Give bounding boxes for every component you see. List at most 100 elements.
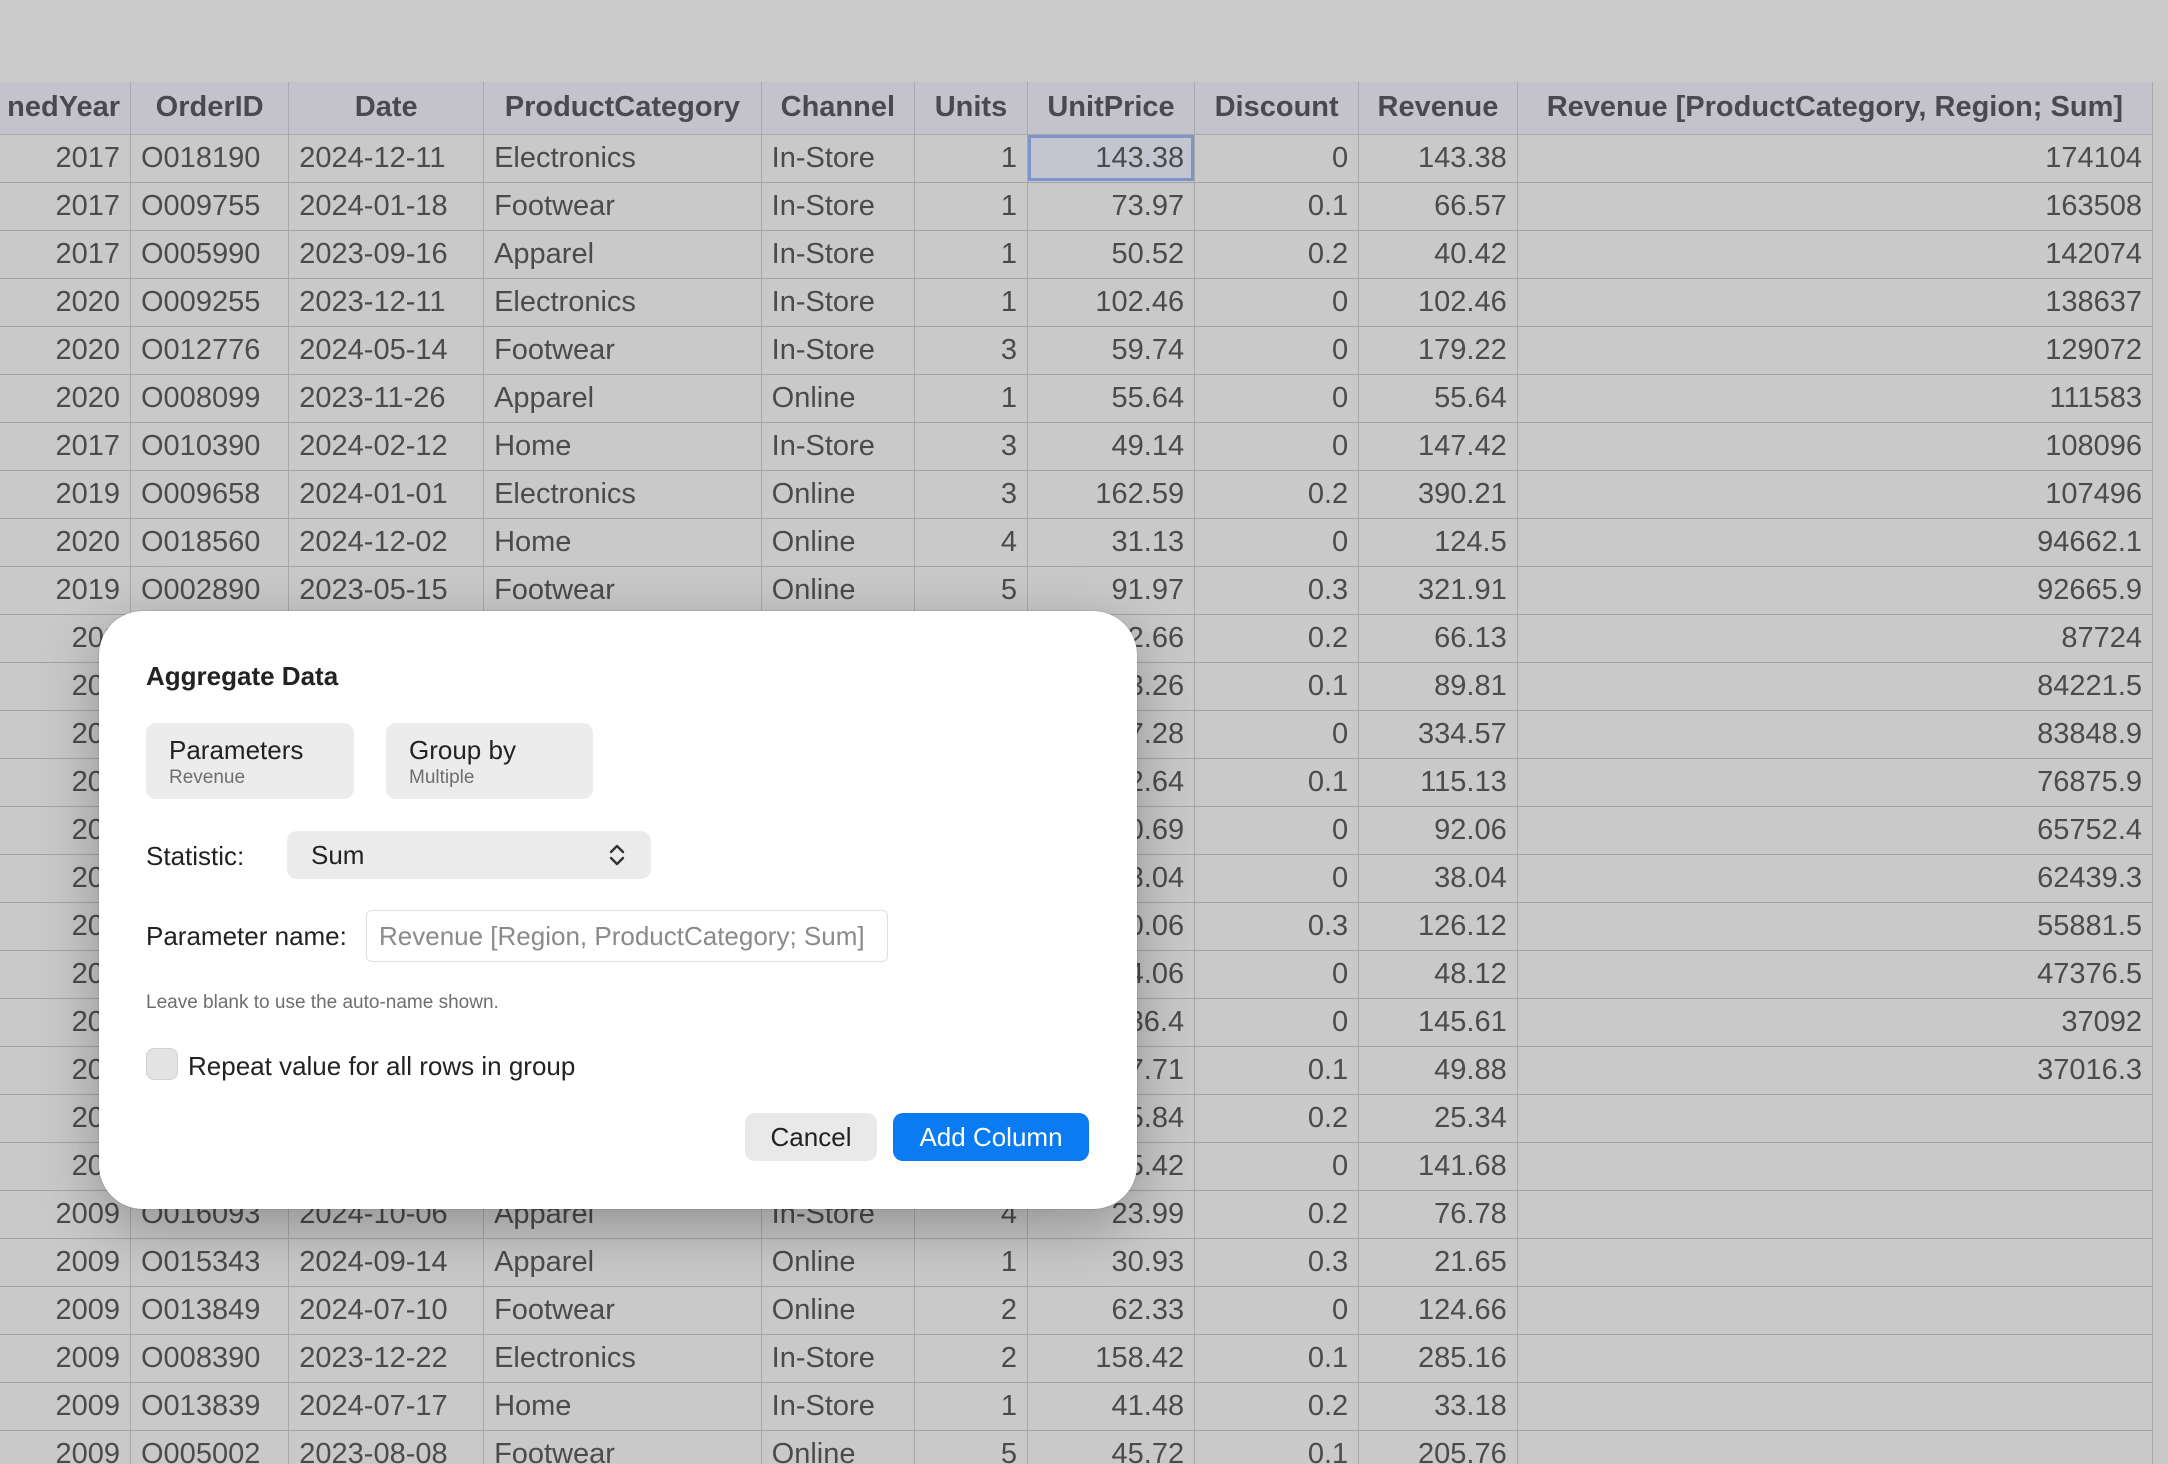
column-header[interactable]: OrderID bbox=[130, 82, 290, 135]
table-cell[interactable]: 0.2 bbox=[1194, 614, 1360, 663]
table-cell[interactable]: 0.1 bbox=[1194, 182, 1360, 231]
cancel-button[interactable]: Cancel bbox=[745, 1113, 877, 1161]
table-cell[interactable]: 0.2 bbox=[1194, 230, 1360, 279]
table-cell[interactable]: 0.1 bbox=[1194, 1430, 1360, 1464]
table-cell[interactable]: In-Store bbox=[761, 1334, 915, 1383]
table-cell[interactable]: 2024-12-11 bbox=[288, 134, 485, 183]
table-cell[interactable]: 0 bbox=[1194, 1142, 1360, 1191]
table-cell[interactable]: Apparel bbox=[483, 1238, 762, 1287]
table-cell[interactable]: 0 bbox=[1194, 134, 1360, 183]
table-cell[interactable]: 2017 bbox=[0, 422, 131, 471]
table-cell[interactable]: 33.18 bbox=[1358, 1382, 1518, 1431]
table-cell[interactable]: O009658 bbox=[130, 470, 290, 519]
table-cell[interactable] bbox=[1517, 1286, 2154, 1335]
table-cell[interactable]: 50.52 bbox=[1027, 230, 1196, 279]
table-cell[interactable]: 55.64 bbox=[1358, 374, 1518, 423]
statistic-select[interactable]: Sum bbox=[287, 831, 651, 879]
table-cell[interactable]: 102.46 bbox=[1358, 278, 1518, 327]
table-cell[interactable]: 2019 bbox=[0, 566, 131, 615]
table-cell[interactable]: O018190 bbox=[130, 134, 290, 183]
table-cell[interactable]: 73.97 bbox=[1027, 182, 1196, 231]
table-cell[interactable]: 107496 bbox=[1517, 470, 2154, 519]
table-cell[interactable]: 0 bbox=[1194, 998, 1360, 1047]
table-cell[interactable]: 143.38 bbox=[1027, 134, 1196, 183]
table-cell[interactable]: 1 bbox=[914, 134, 1028, 183]
parameters-tab[interactable]: Parameters Revenue bbox=[146, 723, 354, 799]
repeat-label[interactable]: Repeat value for all rows in group bbox=[188, 1051, 575, 1082]
parameter-name-input[interactable]: Revenue [Region, ProductCategory; Sum] bbox=[366, 910, 888, 962]
column-header[interactable]: UnitPrice bbox=[1027, 82, 1196, 135]
table-cell[interactable]: 31.13 bbox=[1027, 518, 1196, 567]
table-cell[interactable]: Apparel bbox=[483, 374, 762, 423]
table-cell[interactable]: 124.66 bbox=[1358, 1286, 1518, 1335]
table-cell[interactable]: 41.48 bbox=[1027, 1382, 1196, 1431]
table-cell[interactable]: 92665.9 bbox=[1517, 566, 2154, 615]
table-cell[interactable]: Online bbox=[761, 374, 915, 423]
table-cell[interactable]: 45.72 bbox=[1027, 1430, 1196, 1464]
table-cell[interactable]: 21.65 bbox=[1358, 1238, 1518, 1287]
table-cell[interactable]: In-Store bbox=[761, 182, 915, 231]
table-cell[interactable]: Online bbox=[761, 470, 915, 519]
table-cell[interactable]: 2 bbox=[914, 1334, 1028, 1383]
table-cell[interactable]: 124.5 bbox=[1358, 518, 1518, 567]
table-cell[interactable]: 1 bbox=[914, 1238, 1028, 1287]
table-cell[interactable]: 2024-02-12 bbox=[288, 422, 485, 471]
table-cell[interactable]: 1 bbox=[914, 1382, 1028, 1431]
table-cell[interactable]: 162.59 bbox=[1027, 470, 1196, 519]
table-cell[interactable]: 1 bbox=[914, 374, 1028, 423]
table-cell[interactable]: 91.97 bbox=[1027, 566, 1196, 615]
table-cell[interactable]: 49.88 bbox=[1358, 1046, 1518, 1095]
table-cell[interactable]: 145.61 bbox=[1358, 998, 1518, 1047]
table-cell[interactable]: 179.22 bbox=[1358, 326, 1518, 375]
table-cell[interactable]: 158.42 bbox=[1027, 1334, 1196, 1383]
table-cell[interactable]: Electronics bbox=[483, 1334, 762, 1383]
table-cell[interactable]: 83848.9 bbox=[1517, 710, 2154, 759]
table-cell[interactable]: 2017 bbox=[0, 182, 131, 231]
table-cell[interactable]: 0.3 bbox=[1194, 902, 1360, 951]
table-cell[interactable]: 0 bbox=[1194, 710, 1360, 759]
table-cell[interactable]: 87724 bbox=[1517, 614, 2154, 663]
table-cell[interactable]: O015343 bbox=[130, 1238, 290, 1287]
table-cell[interactable]: 2024-09-14 bbox=[288, 1238, 485, 1287]
table-cell[interactable]: Online bbox=[761, 1430, 915, 1464]
table-cell[interactable]: In-Store bbox=[761, 230, 915, 279]
table-cell[interactable]: 2023-11-26 bbox=[288, 374, 485, 423]
table-cell[interactable]: 5 bbox=[914, 1430, 1028, 1464]
table-cell[interactable]: 0 bbox=[1194, 422, 1360, 471]
table-cell[interactable]: 0 bbox=[1194, 518, 1360, 567]
table-cell[interactable]: 76.78 bbox=[1358, 1190, 1518, 1239]
table-cell[interactable]: O005002 bbox=[130, 1430, 290, 1464]
table-cell[interactable]: 0 bbox=[1194, 854, 1360, 903]
table-cell[interactable]: 1 bbox=[914, 182, 1028, 231]
table-cell[interactable]: 94662.1 bbox=[1517, 518, 2154, 567]
table-cell[interactable]: 0 bbox=[1194, 806, 1360, 855]
table-cell[interactable]: 129072 bbox=[1517, 326, 2154, 375]
table-cell[interactable]: 2024-12-02 bbox=[288, 518, 485, 567]
table-cell[interactable]: O008099 bbox=[130, 374, 290, 423]
table-cell[interactable] bbox=[1517, 1190, 2154, 1239]
table-cell[interactable]: 142074 bbox=[1517, 230, 2154, 279]
column-header[interactable]: nedYear bbox=[0, 82, 131, 135]
table-cell[interactable]: Footwear bbox=[483, 326, 762, 375]
table-cell[interactable]: 2019 bbox=[0, 470, 131, 519]
table-cell[interactable]: 143.38 bbox=[1358, 134, 1518, 183]
table-cell[interactable]: O009755 bbox=[130, 182, 290, 231]
table-cell[interactable]: 0.3 bbox=[1194, 566, 1360, 615]
column-header[interactable]: Discount bbox=[1194, 82, 1360, 135]
table-cell[interactable]: 2024-07-10 bbox=[288, 1286, 485, 1335]
repeat-checkbox[interactable] bbox=[146, 1048, 178, 1080]
table-cell[interactable]: 48.12 bbox=[1358, 950, 1518, 999]
table-cell[interactable]: 40.42 bbox=[1358, 230, 1518, 279]
add-column-button[interactable]: Add Column bbox=[893, 1113, 1089, 1161]
table-cell[interactable]: O005990 bbox=[130, 230, 290, 279]
table-cell[interactable]: 89.81 bbox=[1358, 662, 1518, 711]
table-cell[interactable]: 2020 bbox=[0, 326, 131, 375]
table-cell[interactable]: 3 bbox=[914, 470, 1028, 519]
table-cell[interactable]: 66.13 bbox=[1358, 614, 1518, 663]
table-cell[interactable]: 174104 bbox=[1517, 134, 2154, 183]
table-cell[interactable] bbox=[1517, 1382, 2154, 1431]
table-cell[interactable]: 2024-01-01 bbox=[288, 470, 485, 519]
table-cell[interactable]: O009255 bbox=[130, 278, 290, 327]
table-cell[interactable]: 2 bbox=[914, 1286, 1028, 1335]
table-cell[interactable]: 2023-12-11 bbox=[288, 278, 485, 327]
